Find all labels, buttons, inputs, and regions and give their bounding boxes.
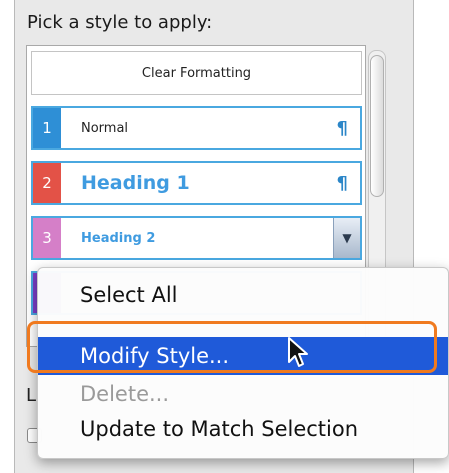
scroll-thumb[interactable] — [370, 55, 384, 197]
arrow-cursor-icon — [288, 337, 308, 367]
style-item-clear-formatting[interactable]: Clear Formatting — [31, 51, 362, 95]
menu-item-select-all[interactable]: Select All — [38, 276, 448, 314]
style-label-heading-2: Heading 2 — [81, 230, 156, 246]
highlight-ring — [27, 321, 437, 373]
panel-title: Pick a style to apply: — [27, 12, 213, 33]
style-number-badge: 2 — [33, 163, 61, 203]
pilcrow-icon: ¶ — [336, 172, 348, 194]
style-item-heading-2[interactable]: 3 Heading 2 ▼ — [31, 216, 362, 260]
style-label-clear-formatting: Clear Formatting — [141, 65, 252, 81]
pilcrow-icon: ¶ — [336, 117, 348, 139]
chevron-down-icon[interactable]: ▼ — [333, 218, 360, 258]
style-number-badge: 3 — [33, 218, 61, 258]
background-label-fragment: L — [26, 385, 37, 406]
style-number-badge: 1 — [33, 108, 61, 148]
style-item-heading-1[interactable]: 2 Heading 1 ¶ — [31, 161, 362, 205]
menu-item-update-to-match-selection[interactable]: Update to Match Selection — [38, 410, 448, 448]
style-label-heading-1: Heading 1 — [81, 172, 190, 194]
style-label-normal: Normal — [81, 120, 129, 136]
style-item-normal[interactable]: 1 Normal ¶ — [31, 106, 362, 150]
menu-item-delete: Delete... — [80, 382, 170, 406]
